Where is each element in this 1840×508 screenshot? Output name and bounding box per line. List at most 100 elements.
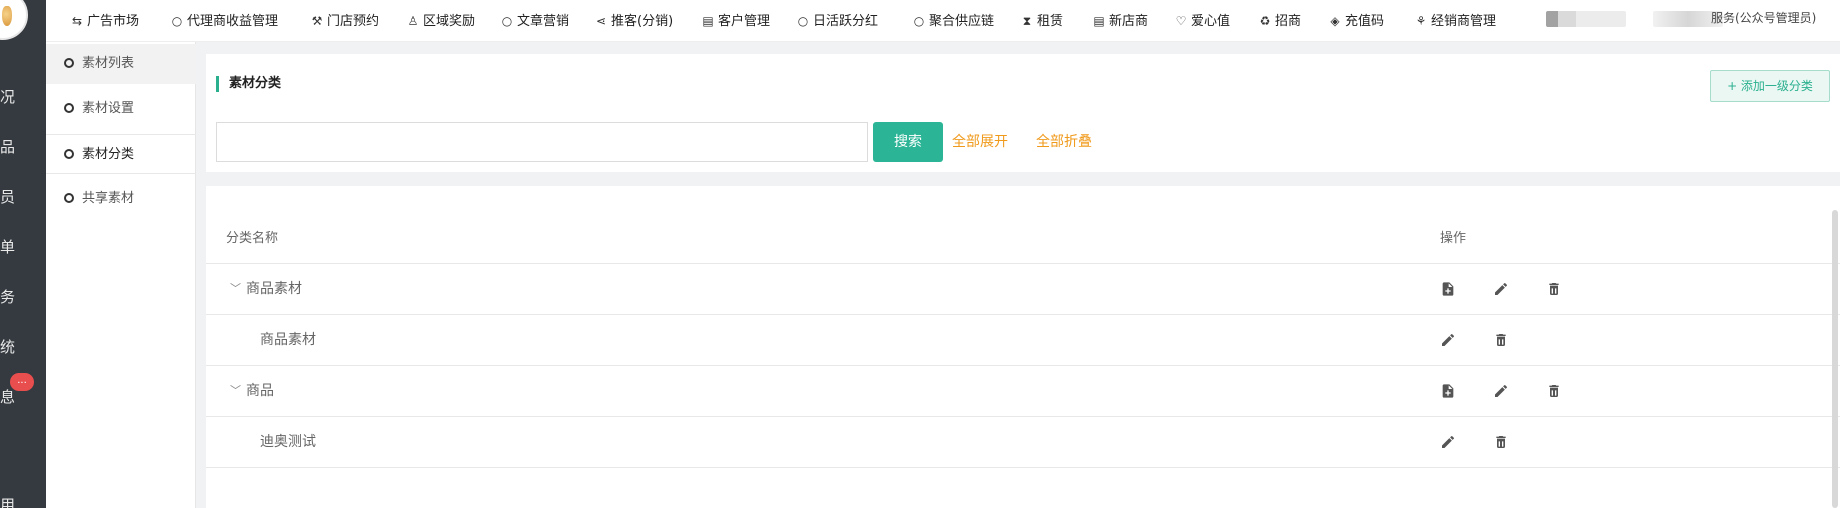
category-name: 商品 xyxy=(246,383,274,399)
category-table: 分类名称 操作 ﹀ 商品素材 商品素材 ﹀ 商品 迪奥测试 xyxy=(206,186,1840,508)
circle-icon: ○ xyxy=(797,14,809,28)
nav-item-supply-chain[interactable]: ○ 聚合供应链 xyxy=(912,0,994,42)
table-header: 分类名称 操作 xyxy=(206,214,1840,264)
nav-item-customers[interactable]: ▤ 客户管理 xyxy=(701,0,770,42)
nav-label: 新店商 xyxy=(1109,14,1149,29)
expand-all-link[interactable]: 全部展开 xyxy=(952,122,1008,162)
search-input[interactable] xyxy=(216,122,868,162)
tag-icon: ◈ xyxy=(1330,14,1340,28)
nav-item-daily-dividend[interactable]: ○ 日活跃分红 xyxy=(796,0,878,42)
nav-label: 代理商收益管理 xyxy=(187,14,279,29)
add-file-icon[interactable] xyxy=(1440,281,1456,297)
nav-label: 客户管理 xyxy=(718,14,771,29)
page: 况 品 员 单 务 统 ... 息 用 ⇆ 广告市场 ○ 代理商收益管理 ⚒ 门店预约… xyxy=(0,0,1840,508)
share-icon: ⋖ xyxy=(595,14,607,28)
subnav-label: 素材分类 xyxy=(82,147,135,162)
nav-item-new-store[interactable]: ▤ 新店商 xyxy=(1092,0,1148,42)
sidebar-item-members[interactable]: 员 xyxy=(0,186,30,207)
nav-item-investment[interactable]: ♻ 招商 xyxy=(1258,0,1301,42)
nav-item-love-value[interactable]: ♡ 爱心值 xyxy=(1174,0,1230,42)
nav-label: 广告市场 xyxy=(87,14,140,29)
heart-icon: ♡ xyxy=(1175,14,1187,28)
column-header-actions: 操作 xyxy=(1440,231,1467,246)
recycle-icon: ♻ xyxy=(1259,14,1271,28)
nav-item-recharge-code[interactable]: ◈ 充值码 xyxy=(1328,0,1384,42)
nav-item-region-reward[interactable]: ♙ 区域奖励 xyxy=(406,0,475,42)
edit-icon[interactable] xyxy=(1493,281,1509,297)
hammer-icon: ⚒ xyxy=(311,14,323,28)
table-row: 商品素材 xyxy=(206,315,1840,366)
sidebar-item-stats[interactable]: 统 xyxy=(0,336,30,357)
person-icon: ♙ xyxy=(407,14,419,28)
sidebar-item-orders[interactable]: 单 xyxy=(0,236,30,257)
nav-item-dealer-management[interactable]: ⚘ 经销商管理 xyxy=(1414,0,1496,42)
nav-label: 推客(分销) xyxy=(611,14,674,29)
nav-label: 门店预约 xyxy=(327,14,380,29)
repeat-icon: ⇆ xyxy=(71,14,83,28)
nav-label: 招商 xyxy=(1275,14,1302,29)
delete-icon[interactable] xyxy=(1546,281,1562,297)
hourglass-icon: ⧗ xyxy=(1022,14,1032,28)
table-row: ﹀ 商品 xyxy=(206,366,1840,417)
filter-panel: 素材分类 + 添加一级分类 搜索 全部展开 全部折叠 xyxy=(206,54,1840,172)
vertical-scrollbar[interactable] xyxy=(1832,210,1838,508)
nav-item-distribution[interactable]: ⋖ 推客(分销) xyxy=(594,0,673,42)
subnav-item-material-category[interactable]: 素材分类 xyxy=(46,134,196,174)
logo[interactable] xyxy=(0,0,28,40)
category-name: 商品素材 xyxy=(246,281,302,297)
table-row: ﹀ 商品素材 xyxy=(206,264,1840,315)
nav-label: 日活跃分红 xyxy=(813,14,879,29)
delete-icon[interactable] xyxy=(1546,383,1562,399)
chevron-down-icon[interactable]: ﹀ xyxy=(230,264,241,314)
column-header-name: 分类名称 xyxy=(226,231,279,246)
delete-icon[interactable] xyxy=(1493,332,1509,348)
chevron-down-icon[interactable]: ﹀ xyxy=(230,366,241,416)
nav-item-store-booking[interactable]: ⚒ 门店预约 xyxy=(310,0,379,42)
edit-icon[interactable] xyxy=(1493,383,1509,399)
admin-role-label[interactable]: 服务(公众号管理员) xyxy=(1711,0,1816,36)
edit-icon[interactable] xyxy=(1440,434,1456,450)
sidebar-item-finance[interactable]: 务 xyxy=(0,286,30,307)
subnav-label: 素材列表 xyxy=(82,56,135,71)
circle-icon xyxy=(64,149,74,159)
subnav-label: 共享素材 xyxy=(82,191,135,206)
sidebar-item-messages[interactable]: 息 xyxy=(0,386,30,407)
book-icon: ▤ xyxy=(1093,14,1105,28)
subnav-label: 素材设置 xyxy=(82,101,135,116)
collapse-all-link[interactable]: 全部折叠 xyxy=(1036,122,1092,162)
delete-icon[interactable] xyxy=(1493,434,1509,450)
nav-label: 文章营销 xyxy=(517,14,570,29)
circle-icon: ○ xyxy=(913,14,925,28)
top-navigation: ⇆ 广告市场 ○ 代理商收益管理 ⚒ 门店预约 ♙ 区域奖励 ○ 文章营销 ⋖ 推客(分销)… xyxy=(46,0,1840,42)
circle-icon xyxy=(64,58,74,68)
subnav-item-shared-material[interactable]: 共享素材 xyxy=(46,179,196,219)
blurred-store-name xyxy=(1546,11,1626,27)
category-name: 商品素材 xyxy=(260,332,316,348)
table-row: 迪奥测试 xyxy=(206,417,1840,468)
nav-label: 区域奖励 xyxy=(423,14,476,29)
subnav-item-material-list[interactable]: 素材列表 xyxy=(46,44,196,84)
sidebar-item-products[interactable]: 品 xyxy=(0,136,30,157)
search-button[interactable]: 搜索 xyxy=(873,122,943,162)
nav-label: 聚合供应链 xyxy=(929,14,995,29)
nav-item-agent-revenue[interactable]: ○ 代理商收益管理 xyxy=(170,0,278,42)
nav-label: 充值码 xyxy=(1345,14,1385,29)
nav-label: 经销商管理 xyxy=(1431,14,1497,29)
add-top-category-button[interactable]: + 添加一级分类 xyxy=(1710,70,1830,102)
circle-icon: ○ xyxy=(501,14,513,28)
sidebar-item-overview[interactable]: 况 xyxy=(0,86,30,107)
nav-label: 租赁 xyxy=(1037,14,1064,29)
category-name: 迪奥测试 xyxy=(260,434,316,450)
book-icon: ▤ xyxy=(702,14,714,28)
subnav-item-material-settings[interactable]: 素材设置 xyxy=(46,89,196,129)
add-file-icon[interactable] xyxy=(1440,383,1456,399)
nav-item-article-marketing[interactable]: ○ 文章营销 xyxy=(500,0,569,42)
nav-item-rental[interactable]: ⧗ 租赁 xyxy=(1020,0,1063,42)
nav-item-ad-market[interactable]: ⇆ 广告市场 xyxy=(70,0,139,42)
sidebar-item-apps[interactable]: 用 xyxy=(0,494,30,508)
edit-icon[interactable] xyxy=(1440,332,1456,348)
circle-icon xyxy=(64,193,74,203)
material-sidebar: 素材列表 素材设置 素材分类 共享素材 xyxy=(46,42,196,508)
handshake-icon: ⚘ xyxy=(1415,14,1427,28)
nav-label: 爱心值 xyxy=(1191,14,1231,29)
